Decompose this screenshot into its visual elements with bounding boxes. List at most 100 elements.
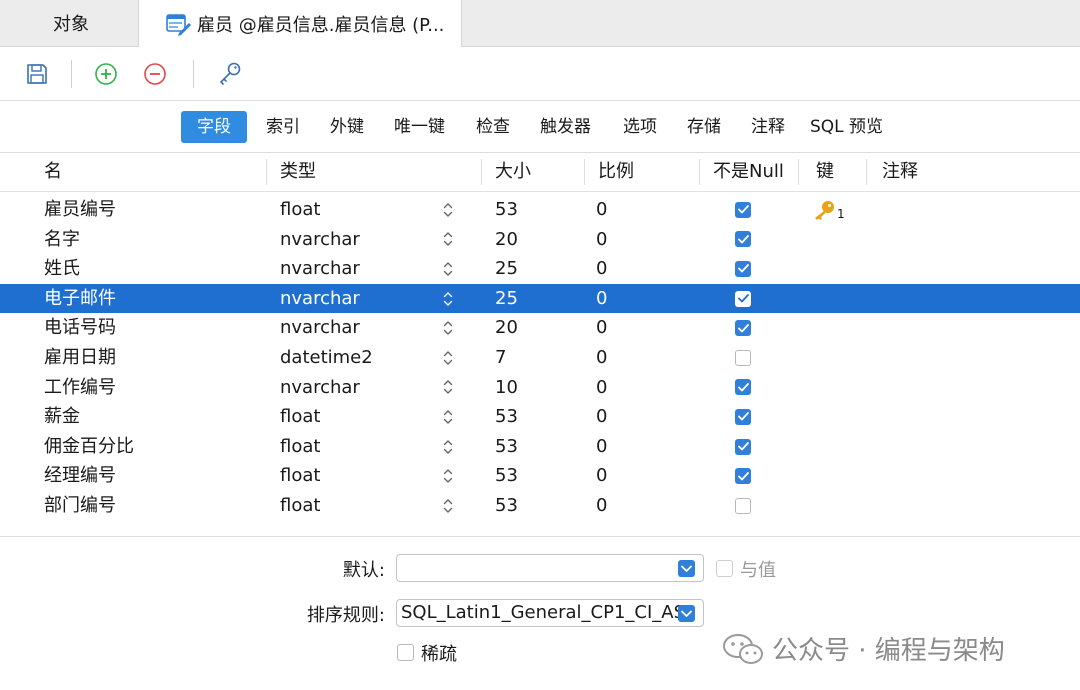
type-spinner-icon[interactable] bbox=[441, 343, 455, 373]
table-row[interactable]: 工作编号 nvarchar 10 0 bbox=[0, 373, 1080, 403]
table-row[interactable]: 雇员编号 float 53 0 1 bbox=[0, 195, 1080, 225]
field-scale-cell[interactable]: 0 bbox=[596, 461, 607, 491]
type-spinner-icon[interactable] bbox=[441, 461, 455, 491]
tab-storage[interactable]: 存储 bbox=[679, 111, 729, 143]
field-type-cell[interactable]: float bbox=[280, 461, 320, 491]
tab-foreign-keys[interactable]: 外键 bbox=[322, 111, 372, 143]
field-name-cell[interactable]: 电话号码 bbox=[44, 313, 116, 343]
field-scale-cell[interactable]: 0 bbox=[596, 432, 607, 462]
field-type-cell[interactable]: float bbox=[280, 195, 320, 225]
not-null-cell[interactable] bbox=[735, 461, 753, 491]
field-scale-cell[interactable]: 0 bbox=[596, 402, 607, 432]
add-field-button[interactable] bbox=[92, 60, 120, 88]
field-name-cell[interactable]: 雇用日期 bbox=[44, 343, 116, 373]
not-null-checkbox[interactable] bbox=[735, 349, 751, 366]
column-divider[interactable] bbox=[798, 159, 799, 185]
column-header-name[interactable]: 名 bbox=[44, 153, 62, 191]
field-name-cell[interactable]: 名字 bbox=[44, 225, 80, 255]
not-null-checkbox[interactable] bbox=[735, 408, 751, 425]
table-row[interactable]: 薪金 float 53 0 bbox=[0, 402, 1080, 432]
column-header-comment[interactable]: 注释 bbox=[882, 153, 918, 191]
binding-checkbox[interactable] bbox=[716, 560, 733, 577]
field-scale-cell[interactable]: 0 bbox=[596, 491, 607, 521]
field-scale-cell[interactable]: 0 bbox=[596, 343, 607, 373]
not-null-cell[interactable] bbox=[735, 284, 753, 314]
column-divider[interactable] bbox=[699, 159, 700, 185]
field-type-cell[interactable]: float bbox=[280, 432, 320, 462]
field-type-cell[interactable]: float bbox=[280, 491, 320, 521]
field-scale-cell[interactable]: 0 bbox=[596, 195, 607, 225]
field-type-cell[interactable]: nvarchar bbox=[280, 225, 360, 255]
field-name-cell[interactable]: 雇员编号 bbox=[44, 195, 116, 225]
field-scale-cell[interactable]: 0 bbox=[596, 254, 607, 284]
field-scale-cell[interactable]: 0 bbox=[596, 225, 607, 255]
not-null-checkbox[interactable] bbox=[735, 260, 751, 277]
field-name-cell[interactable]: 佣金百分比 bbox=[44, 432, 134, 462]
table-row[interactable]: 经理编号 float 53 0 bbox=[0, 461, 1080, 491]
table-row[interactable]: 部门编号 float 53 0 bbox=[0, 491, 1080, 521]
type-spinner-icon[interactable] bbox=[441, 225, 455, 255]
field-type-cell[interactable]: nvarchar bbox=[280, 254, 360, 284]
not-null-cell[interactable] bbox=[735, 432, 753, 462]
column-header-type[interactable]: 类型 bbox=[280, 153, 316, 191]
table-row[interactable]: 电话号码 nvarchar 20 0 bbox=[0, 313, 1080, 343]
field-name-cell[interactable]: 经理编号 bbox=[44, 461, 116, 491]
field-name-cell[interactable]: 工作编号 bbox=[44, 373, 116, 403]
field-scale-cell[interactable]: 0 bbox=[596, 284, 607, 314]
tab-indexes[interactable]: 索引 bbox=[258, 111, 308, 143]
field-size-cell[interactable]: 20 bbox=[495, 225, 518, 255]
tab-table-designer[interactable]: 雇员 @雇员信息.雇员信息 (P... bbox=[138, 0, 462, 47]
table-row[interactable]: 电子邮件 nvarchar 25 0 bbox=[0, 283, 1080, 314]
column-header-size[interactable]: 大小 bbox=[495, 153, 531, 191]
sparse-checkbox[interactable] bbox=[397, 644, 414, 661]
chevron-down-icon[interactable] bbox=[678, 605, 695, 622]
field-type-cell[interactable]: nvarchar bbox=[280, 284, 360, 314]
field-scale-cell[interactable]: 0 bbox=[596, 373, 607, 403]
field-size-cell[interactable]: 53 bbox=[495, 461, 518, 491]
tab-unique-keys[interactable]: 唯一键 bbox=[386, 111, 453, 143]
column-header-not-null[interactable]: 不是Null bbox=[713, 153, 784, 191]
primary-key-button[interactable] bbox=[216, 60, 244, 88]
chevron-down-icon[interactable] bbox=[678, 560, 695, 577]
column-divider[interactable] bbox=[866, 159, 867, 185]
type-spinner-icon[interactable] bbox=[441, 195, 455, 225]
field-size-cell[interactable]: 10 bbox=[495, 373, 518, 403]
remove-field-button[interactable] bbox=[141, 60, 169, 88]
not-null-cell[interactable] bbox=[735, 254, 753, 284]
field-size-cell[interactable]: 20 bbox=[495, 313, 518, 343]
type-spinner-icon[interactable] bbox=[441, 402, 455, 432]
field-type-cell[interactable]: nvarchar bbox=[280, 373, 360, 403]
key-cell[interactable]: 1 bbox=[812, 195, 845, 225]
field-name-cell[interactable]: 薪金 bbox=[44, 402, 80, 432]
not-null-checkbox[interactable] bbox=[735, 320, 751, 337]
field-size-cell[interactable]: 25 bbox=[495, 284, 518, 314]
field-size-cell[interactable]: 53 bbox=[495, 491, 518, 521]
field-name-cell[interactable]: 电子邮件 bbox=[44, 284, 116, 314]
tab-objects[interactable]: 对象 bbox=[0, 0, 138, 46]
table-row[interactable]: 雇用日期 datetime2 7 0 bbox=[0, 343, 1080, 373]
field-scale-cell[interactable]: 0 bbox=[596, 313, 607, 343]
save-button[interactable] bbox=[23, 60, 51, 88]
table-row[interactable]: 姓氏 nvarchar 25 0 bbox=[0, 254, 1080, 284]
type-spinner-icon[interactable] bbox=[441, 313, 455, 343]
field-size-cell[interactable]: 53 bbox=[495, 195, 518, 225]
type-spinner-icon[interactable] bbox=[441, 254, 455, 284]
field-size-cell[interactable]: 7 bbox=[495, 343, 506, 373]
collation-combobox[interactable]: SQL_Latin1_General_CP1_CI_AS bbox=[396, 599, 704, 627]
table-row[interactable]: 名字 nvarchar 20 0 bbox=[0, 225, 1080, 255]
not-null-cell[interactable] bbox=[735, 225, 753, 255]
tab-sql-preview[interactable]: SQL 预览 bbox=[802, 111, 891, 143]
field-size-cell[interactable]: 53 bbox=[495, 432, 518, 462]
table-row[interactable]: 佣金百分比 float 53 0 bbox=[0, 432, 1080, 462]
tab-comments[interactable]: 注释 bbox=[743, 111, 793, 143]
column-header-scale[interactable]: 比例 bbox=[598, 153, 634, 191]
field-type-cell[interactable]: nvarchar bbox=[280, 313, 360, 343]
not-null-cell[interactable] bbox=[735, 313, 753, 343]
field-name-cell[interactable]: 姓氏 bbox=[44, 254, 80, 284]
tab-triggers[interactable]: 触发器 bbox=[532, 111, 599, 143]
not-null-cell[interactable] bbox=[735, 491, 753, 521]
type-spinner-icon[interactable] bbox=[441, 432, 455, 462]
not-null-cell[interactable] bbox=[735, 402, 753, 432]
not-null-cell[interactable] bbox=[735, 343, 753, 373]
not-null-checkbox[interactable] bbox=[735, 201, 751, 218]
